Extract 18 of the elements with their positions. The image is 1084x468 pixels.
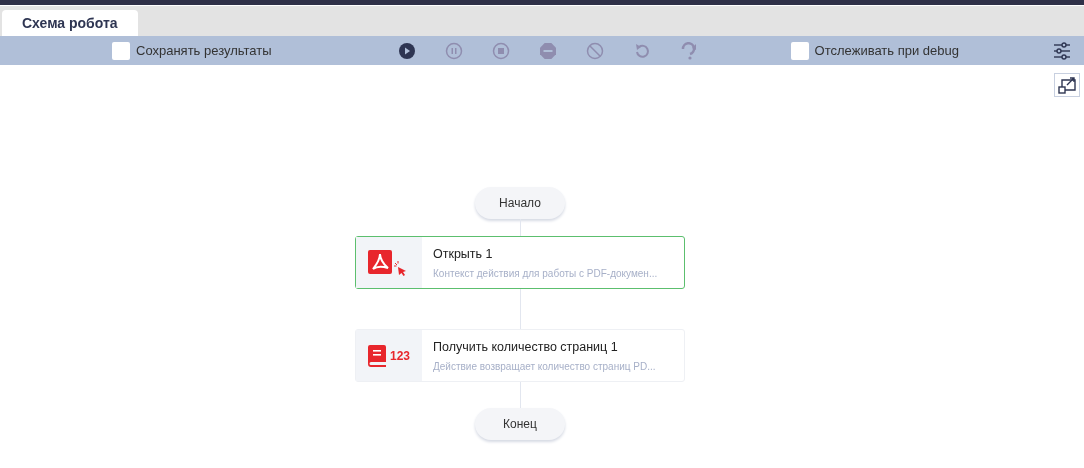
checkbox-label: Отслеживать при debug xyxy=(814,43,959,58)
play-button[interactable] xyxy=(397,41,416,60)
end-node: Конец xyxy=(475,408,565,440)
start-node: Начало xyxy=(475,187,565,219)
checkbox[interactable] xyxy=(112,41,130,60)
action-node[interactable]: Открыть 1 Контекст действия для работы с PDF-докумен... xyxy=(355,236,685,289)
node-title: Открыть 1 xyxy=(433,246,494,261)
icon-number: 123 xyxy=(390,348,410,363)
book-icon xyxy=(368,344,386,367)
checkbox[interactable] xyxy=(790,41,809,60)
action-node[interactable]: 123 Получить количество страниц 1 Действие возвращает количество страниц PD... xyxy=(355,329,685,382)
node-title: Получить количество страниц 1 xyxy=(433,339,619,354)
node-description: Контекст действия для работы с PDF-докумен... xyxy=(433,267,659,279)
node-description: Действие возвращает количество страниц PD... xyxy=(433,360,657,372)
checkbox-label: Сохранять результаты xyxy=(136,43,272,58)
expand-button[interactable] xyxy=(1054,73,1080,97)
tab[interactable]: Схема робота xyxy=(2,10,138,36)
settings-icon[interactable] xyxy=(1054,41,1070,60)
